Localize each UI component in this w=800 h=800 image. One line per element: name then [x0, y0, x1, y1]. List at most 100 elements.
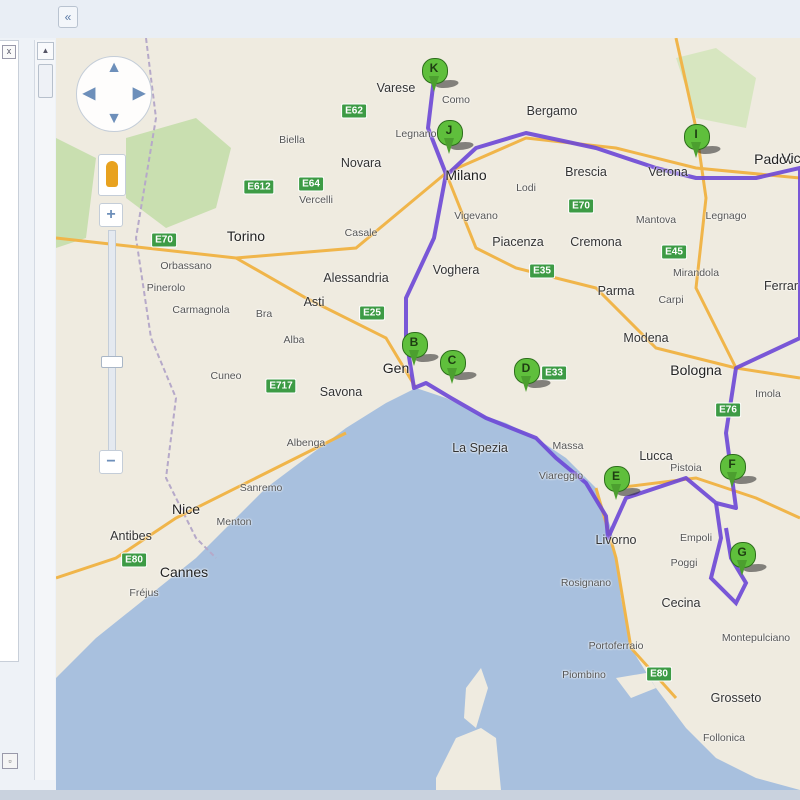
route-marker[interactable]: B [402, 332, 442, 368]
city-label: Ferrar [763, 279, 799, 293]
city-label: Casale [344, 227, 378, 239]
city-label: Savona [319, 385, 363, 399]
zoom-slider-handle[interactable] [101, 356, 123, 368]
map-canvas[interactable]: Milano Torino Gen Bologna Padov Bergamo … [56, 38, 800, 790]
street-view-pegman[interactable] [98, 154, 126, 196]
pan-control[interactable]: ▲ ▼ ◀ ▶ [76, 56, 152, 132]
print-icon[interactable]: ▫ [2, 753, 18, 769]
city-label: Antibes [110, 529, 152, 543]
route-marker[interactable]: K [422, 58, 462, 94]
city-label: Bergamo [526, 104, 578, 118]
vertical-scrollbar[interactable]: ▲ [34, 40, 55, 780]
side-panel: x ▫ [0, 40, 19, 769]
collapse-panel-button[interactable]: « [58, 6, 78, 28]
city-label: Fréjus [129, 587, 159, 599]
zoom-in-button[interactable]: + [99, 203, 123, 227]
road-shield: E35 [529, 263, 555, 279]
city-label: Varese [376, 81, 416, 95]
city-label: Mirandola [672, 267, 720, 279]
city-label: Asti [303, 295, 325, 309]
city-label: Carmagnola [172, 304, 230, 316]
city-label: La Spezia [452, 441, 508, 455]
city-label: Legnago [705, 210, 747, 222]
route-marker[interactable]: G [730, 542, 770, 578]
city-label: Massa [552, 440, 584, 452]
city-label: Rosignano [560, 577, 612, 589]
road-shield: E70 [568, 198, 594, 214]
zoom-slider-track[interactable] [108, 230, 116, 454]
scroll-up-button[interactable]: ▲ [37, 42, 54, 60]
close-icon[interactable]: x [2, 45, 16, 59]
pan-left-icon[interactable]: ◀ [80, 85, 98, 103]
marker-letter: F [728, 457, 736, 471]
city-label: Alessandria [323, 271, 389, 285]
city-label: Viareggio [538, 470, 584, 482]
route-marker[interactable]: D [514, 358, 554, 394]
city-label: Vigevano [454, 210, 498, 222]
road-shield: E717 [265, 378, 297, 394]
city-label: Biella [279, 134, 305, 146]
window-bottom-edge [0, 790, 800, 800]
city-label: Cannes [159, 564, 209, 580]
road-shield: E25 [359, 305, 385, 321]
double-chevron-left-icon: « [64, 10, 72, 24]
marker-letter: B [409, 335, 419, 349]
city-label: Lodi [516, 182, 536, 194]
marker-letter: G [737, 545, 747, 559]
road-shield: E33 [541, 365, 567, 381]
city-label: Brescia [565, 165, 607, 179]
city-label: Verona [648, 165, 688, 179]
city-label: Orbassano [160, 260, 212, 272]
city-label: Piombino [562, 669, 606, 681]
marker-letter: E [611, 469, 620, 483]
city-label: Parma [597, 284, 635, 298]
city-label: Follonica [702, 732, 746, 744]
road-shield: E80 [646, 666, 672, 682]
city-label: Carpi [658, 294, 684, 306]
city-label: Bra [255, 308, 273, 320]
top-toolbar: « [0, 0, 800, 39]
pegman-icon [106, 161, 118, 187]
city-label: Alba [283, 334, 305, 346]
city-label: Vercelli [299, 194, 333, 206]
city-label: Sanremo [239, 482, 283, 494]
road-shield: E62 [341, 103, 367, 119]
city-label: Empoli [679, 532, 713, 544]
city-label: Pinerolo [146, 282, 186, 294]
pan-up-icon[interactable]: ▲ [105, 59, 123, 77]
route-marker[interactable]: F [720, 454, 760, 490]
city-label: Albenga [286, 437, 326, 449]
scroll-thumb[interactable] [38, 64, 53, 98]
city-label: Novara [340, 156, 382, 170]
city-label: Lucca [639, 449, 673, 463]
city-label: Torino [226, 228, 266, 244]
left-sidebar: x ▫ ▲ [0, 38, 56, 800]
route-marker[interactable]: E [604, 466, 644, 502]
city-label: Nice [171, 501, 201, 517]
route-marker[interactable]: C [440, 350, 480, 386]
city-label: Imola [755, 388, 781, 400]
route-marker[interactable]: J [437, 120, 477, 156]
city-label: Cremona [570, 235, 622, 249]
pan-right-icon[interactable]: ▶ [130, 85, 148, 103]
road-shield: E612 [243, 179, 275, 195]
city-label: Livorno [595, 533, 637, 547]
route-marker[interactable]: I [684, 124, 724, 160]
city-label: Milano [445, 167, 487, 183]
city-label: Grosseto [710, 691, 762, 705]
city-label: Cecina [661, 596, 701, 610]
marker-letter: D [521, 361, 531, 375]
city-label: Bologna [670, 362, 722, 378]
city-label: Voghera [432, 263, 480, 277]
city-label: Mantova [635, 214, 677, 226]
city-label: Legnano [395, 128, 437, 140]
city-label: Menton [216, 516, 252, 528]
road-shield: E80 [121, 552, 147, 568]
marker-letter: C [447, 353, 457, 367]
city-label: Cuneo [210, 370, 242, 382]
city-label: Portoferraio [588, 640, 644, 652]
road-shield: E64 [298, 176, 324, 192]
zoom-out-button[interactable]: − [99, 450, 123, 474]
pan-down-icon[interactable]: ▼ [105, 110, 123, 128]
city-label: Montepulciano [721, 632, 791, 644]
